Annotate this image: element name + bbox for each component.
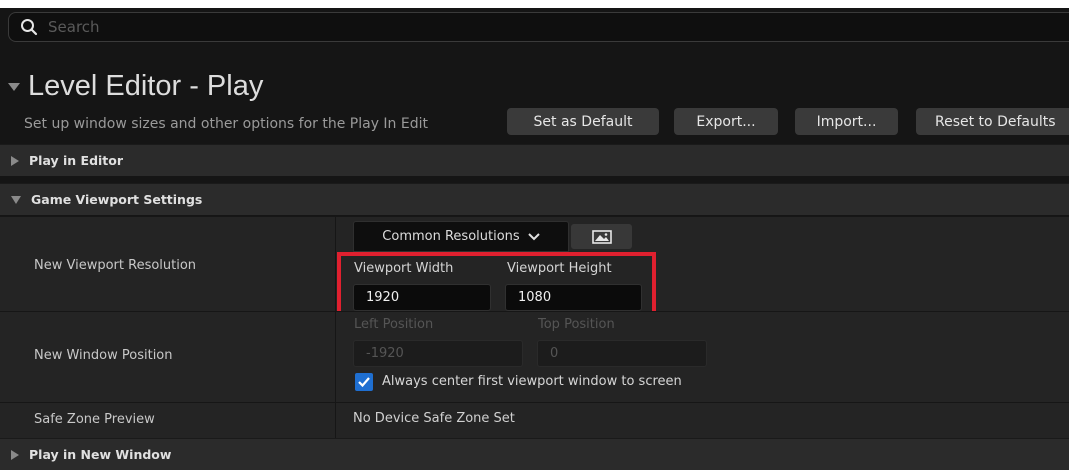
search-input[interactable] <box>46 17 950 37</box>
export-button[interactable]: Export... <box>674 108 778 135</box>
collapse-triangle-icon <box>11 195 21 204</box>
expand-triangle-icon <box>11 155 19 166</box>
page-title: Level Editor - Play <box>28 70 264 102</box>
search-icon <box>21 19 38 36</box>
top-position-field[interactable]: 0 <box>537 340 707 367</box>
top-position-label: Top Position <box>538 317 615 332</box>
window-position-label: New Window Position <box>34 348 173 363</box>
center-window-checkbox-label[interactable]: Always center first viewport window to s… <box>382 374 682 389</box>
page-title-row: Level Editor - Play <box>8 70 263 103</box>
safe-zone-label: Safe Zone Preview <box>34 412 155 427</box>
expand-triangle-icon <box>11 449 19 460</box>
left-position-field[interactable]: -1920 <box>353 340 523 367</box>
import-button[interactable]: Import... <box>795 108 898 135</box>
safe-zone-value: No Device Safe Zone Set <box>353 411 515 426</box>
section-play-in-editor[interactable]: Play in Editor <box>0 144 1069 176</box>
common-resolutions-dropdown[interactable]: Common Resolutions <box>353 221 569 252</box>
section-game-viewport-settings[interactable]: Game Viewport Settings <box>0 183 1069 215</box>
dropdown-label: Common Resolutions <box>382 229 520 244</box>
column-divider <box>335 216 336 438</box>
section-label: Play in New Window <box>29 447 172 462</box>
search-bar[interactable] <box>8 12 1069 42</box>
section-label: Play in Editor <box>29 153 124 168</box>
collapse-triangle-icon[interactable] <box>8 82 20 92</box>
image-icon <box>591 229 612 244</box>
set-as-default-button[interactable]: Set as Default <box>507 108 659 135</box>
highlight-box <box>337 252 656 320</box>
section-play-in-new-window[interactable]: Play in New Window <box>0 438 1069 470</box>
top-strip <box>0 0 1069 8</box>
chevron-down-icon <box>527 232 540 240</box>
center-window-checkbox[interactable] <box>355 373 373 391</box>
left-position-label: Left Position <box>354 317 434 332</box>
checkmark-icon <box>358 377 370 388</box>
section-label: Game Viewport Settings <box>31 192 203 207</box>
page-description: Set up window sizes and other options fo… <box>24 116 428 132</box>
reset-to-defaults-button[interactable]: Reset to Defaults <box>916 108 1069 135</box>
viewport-resolution-label: New Viewport Resolution <box>34 258 197 273</box>
safe-zone-row: Safe Zone Preview <box>0 402 1069 438</box>
image-button[interactable] <box>571 224 632 249</box>
